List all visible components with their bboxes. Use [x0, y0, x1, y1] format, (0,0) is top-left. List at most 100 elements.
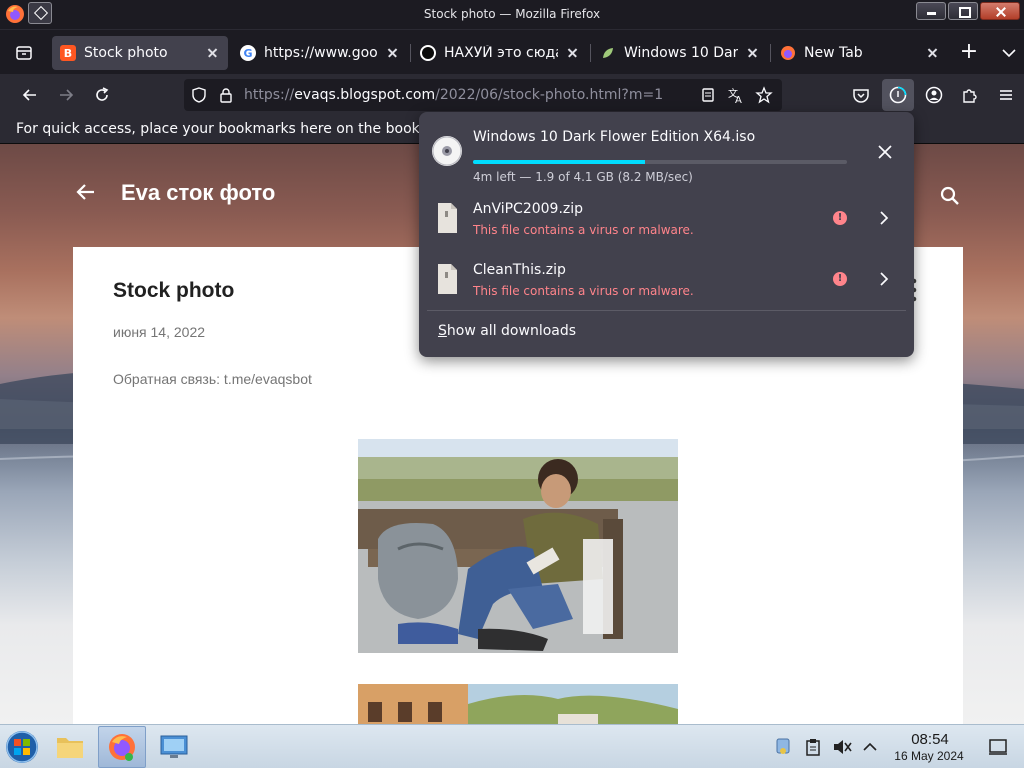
download-item-cleanthis[interactable]: CleanThis.zip This file contains a virus…: [419, 249, 914, 309]
clock-time[interactable]: 08:54: [894, 731, 966, 748]
disc-file-icon: [432, 136, 462, 166]
leaf-icon: [600, 45, 616, 61]
download-progress-fill: [473, 160, 646, 164]
firefox-view-button[interactable]: [10, 39, 38, 67]
start-menu-icon[interactable]: [4, 729, 40, 765]
navigation-toolbar: https://evaqs.blogspot.com/2022/06/stock…: [0, 74, 1024, 116]
tab-separator: [770, 44, 771, 62]
file-manager-taskbar-button[interactable]: [46, 726, 94, 768]
show-all-downloads-button[interactable]: Show all downloads: [438, 323, 576, 339]
tab-google[interactable]: G https://www.google: [232, 36, 408, 70]
download-details-button[interactable]: [868, 263, 900, 295]
download-details-button[interactable]: [868, 202, 900, 234]
chevron-right-icon: [880, 272, 889, 286]
account-button[interactable]: [918, 79, 950, 111]
close-icon: [878, 145, 892, 159]
firefox-icon: [109, 734, 135, 761]
downloads-button[interactable]: [882, 79, 914, 111]
tab-label: НАХУЙ это сюда: [444, 45, 558, 61]
system-settings-taskbar-button[interactable]: [150, 726, 198, 768]
bookmarks-hint: For quick access, place your bookmarks h…: [16, 121, 442, 137]
stock-photo-boy-bench[interactable]: [358, 439, 678, 653]
pocket-button[interactable]: [845, 79, 877, 111]
firefox-view-icon: [16, 46, 32, 60]
download-progress-bar: [473, 160, 847, 164]
tab-windows10[interactable]: Windows 10 Dark: [592, 36, 768, 70]
post-title: Stock photo: [113, 279, 235, 302]
minimize-button[interactable]: [916, 2, 946, 20]
close-tab-icon[interactable]: [744, 45, 760, 61]
url-scheme: https://: [244, 87, 295, 103]
extensions-button[interactable]: [954, 79, 986, 111]
show-desktop-icon[interactable]: [988, 737, 1008, 757]
window-titlebar: Stock photo — Mozilla Firefox: [0, 0, 1024, 30]
url-bar[interactable]: https://evaqs.blogspot.com/2022/06/stock…: [184, 79, 782, 111]
monitor-settings-icon: [160, 735, 188, 758]
chevron-down-icon: [1002, 49, 1016, 58]
taskbar: 08:54 16 May 2024: [0, 724, 1024, 768]
close-tab-icon[interactable]: [564, 45, 580, 61]
url-host: evaqs.blogspot.com: [294, 87, 436, 103]
stock-photo-buildings[interactable]: [358, 684, 678, 724]
download-item-anvipc[interactable]: AnViPC2009.zip This file contains a viru…: [419, 188, 914, 248]
list-all-tabs-button[interactable]: [996, 39, 1022, 67]
new-tab-button[interactable]: +: [955, 39, 983, 67]
show-all-label: how all downloads: [446, 323, 577, 339]
site-dark-icon: [420, 45, 436, 61]
tab-new-tab[interactable]: New Tab: [772, 36, 948, 70]
download-status-malware: This file contains a virus or malware.: [473, 223, 694, 237]
accesskey-letter: S: [438, 323, 447, 339]
url-text[interactable]: https://evaqs.blogspot.com/2022/06/stock…: [244, 87, 663, 103]
download-filename: AnViPC2009.zip: [473, 201, 584, 217]
translate-icon[interactable]: 文A: [726, 85, 746, 105]
blog-back-icon[interactable]: [74, 180, 98, 204]
close-tab-icon[interactable]: [384, 45, 400, 61]
firefox-icon: [780, 45, 796, 61]
clipboard-tray-icon[interactable]: [803, 737, 823, 757]
download-filename: Windows 10 Dark Flower Edition X64.iso: [473, 129, 756, 145]
account-icon: [925, 86, 943, 104]
hamburger-icon: [1000, 90, 1012, 100]
search-icon[interactable]: [938, 184, 962, 208]
folder-icon: [57, 738, 83, 758]
tab-separator: [410, 44, 411, 62]
tab-label: Stock photo: [84, 45, 168, 61]
tab-stock-photo[interactable]: B Stock photo: [52, 36, 228, 70]
firefox-taskbar-button[interactable]: [98, 726, 146, 768]
arrow-right-icon: [60, 89, 74, 101]
app-menu-button[interactable]: [990, 79, 1022, 111]
warning-icon: !: [833, 272, 847, 286]
clock-date[interactable]: 16 May 2024: [882, 749, 976, 763]
google-icon: G: [240, 45, 256, 61]
forward-button[interactable]: [50, 79, 82, 111]
reader-view-icon[interactable]: [698, 85, 718, 105]
volume-muted-icon[interactable]: [832, 737, 852, 757]
blog-title[interactable]: Eva сток фото: [121, 180, 275, 206]
tab-label: https://www.google: [264, 45, 378, 61]
bookmark-star-icon[interactable]: [754, 85, 774, 105]
tab-site[interactable]: НАХУЙ это сюда: [412, 36, 588, 70]
svg-text:A: A: [735, 95, 742, 104]
network-tray-icon[interactable]: [773, 737, 793, 757]
arrow-left-icon: [22, 89, 36, 101]
post-date: июня 14, 2022: [113, 324, 206, 340]
lock-icon[interactable]: [216, 85, 236, 105]
shield-icon[interactable]: [189, 85, 209, 105]
downloads-panel: Windows 10 Dark Flower Edition X64.iso 4…: [419, 112, 914, 357]
zip-file-icon: [438, 203, 457, 233]
maximize-button[interactable]: [948, 2, 978, 20]
tab-strip: B Stock photo G https://www.google НАХУЙ…: [0, 30, 1024, 74]
close-window-button[interactable]: [980, 2, 1020, 20]
chevron-right-icon: [880, 211, 889, 225]
download-item-windows-iso[interactable]: Windows 10 Dark Flower Edition X64.iso 4…: [419, 122, 914, 184]
chevron-up-icon[interactable]: [860, 737, 880, 757]
url-path: /2022/06/stock-photo.html?m=1: [435, 87, 664, 103]
back-button[interactable]: [14, 79, 46, 111]
reload-button[interactable]: [86, 79, 118, 111]
cancel-download-button[interactable]: [869, 136, 901, 168]
warning-icon: !: [833, 211, 847, 225]
close-tab-icon[interactable]: [924, 45, 940, 61]
tab-separator: [590, 44, 591, 62]
zip-file-icon: [438, 264, 457, 294]
close-tab-icon[interactable]: [204, 45, 220, 61]
